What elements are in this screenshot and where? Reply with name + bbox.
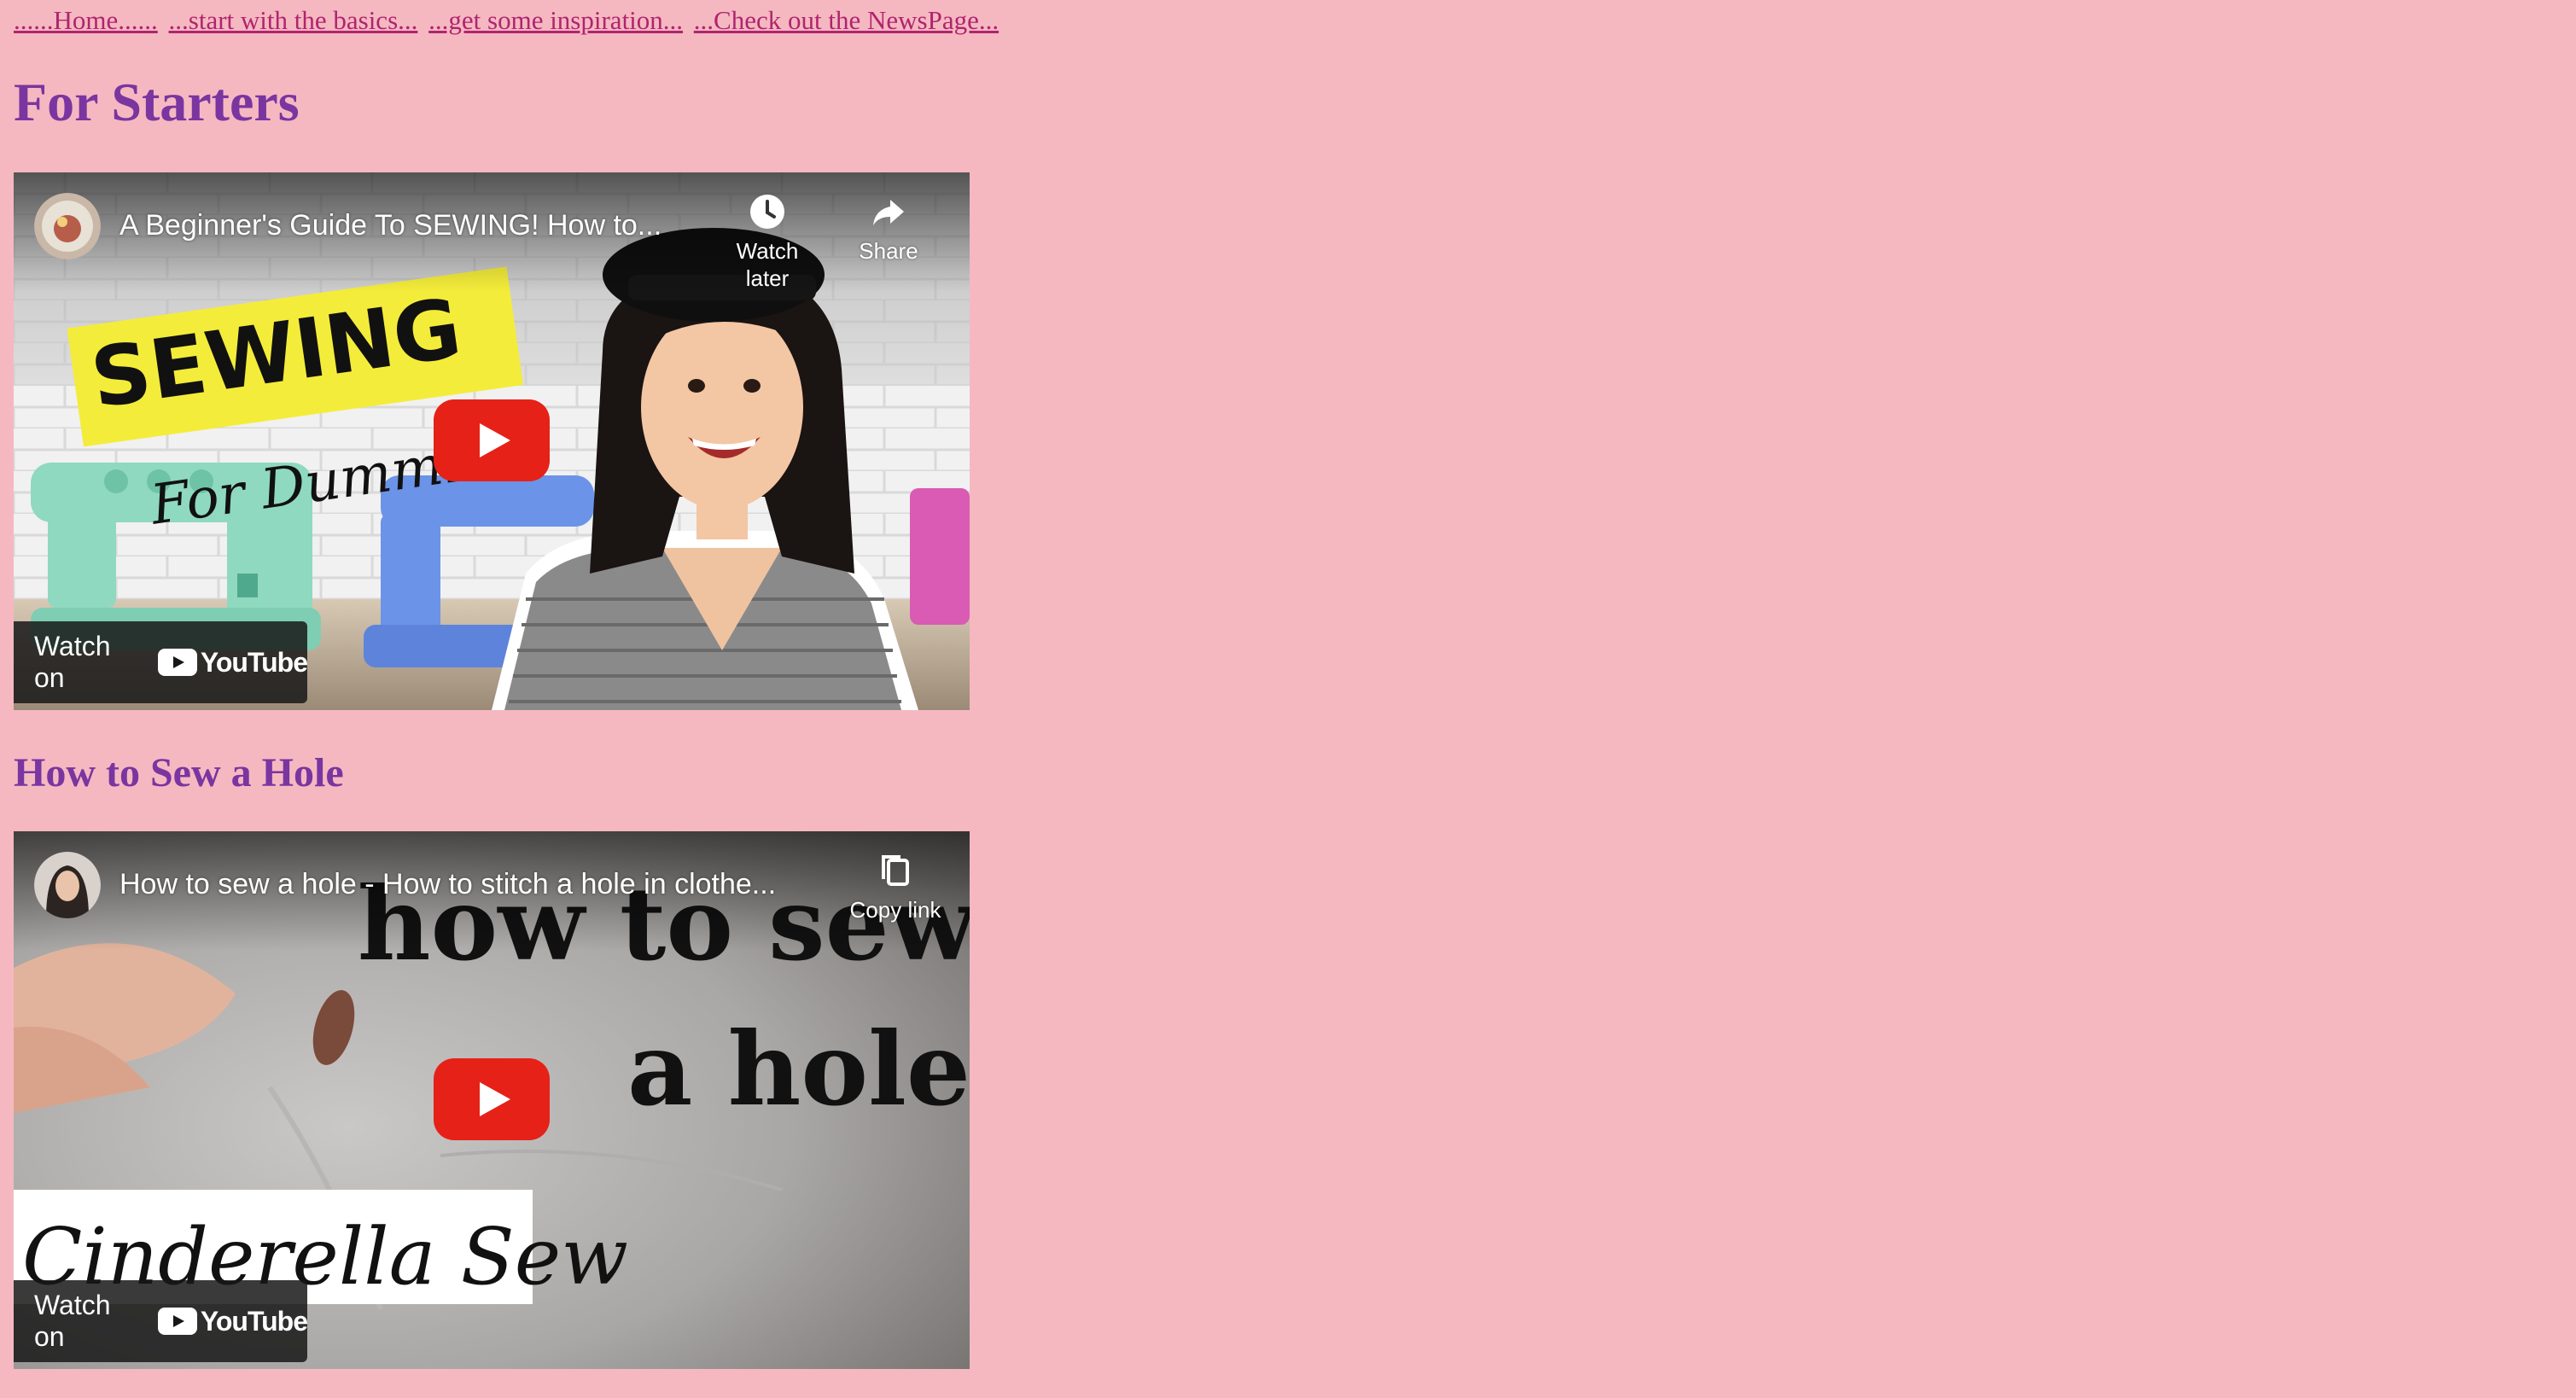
top-nav: ......Home...... ...start with the basic… [14,3,1003,38]
share-button[interactable]: Share [833,191,944,265]
share-icon [873,200,904,225]
video-embed-beginners-guide[interactable]: SEWING For Dummies! A Beginner's Guide T… [14,172,970,710]
nav-link-home[interactable]: ......Home...... [14,5,158,35]
video-title[interactable]: A Beginner's Guide To SEWING! How to... [119,208,661,242]
channel-avatar[interactable] [34,193,101,259]
youtube-logo: YouTube [157,1305,308,1337]
watch-on-youtube-button[interactable]: Watch on YouTube [14,621,308,703]
clock-icon [750,195,784,229]
watch-on-youtube-button[interactable]: Watch on YouTube [14,1280,308,1362]
watch-later-button[interactable]: Watch later [712,191,823,292]
video-title[interactable]: How to sew a hole - How to stitch a hole… [119,867,776,901]
watch-on-label: Watch on [34,1290,111,1352]
copy-link-icon [882,855,909,886]
youtube-logo: YouTube [157,646,308,679]
nav-link-inspiration[interactable]: ...get some inspiration... [428,5,683,35]
share-label: Share [859,238,918,264]
play-icon[interactable] [434,1058,550,1140]
video-embed-sew-a-hole[interactable]: how to sew a hole Cinderella Sew How to … [14,831,970,1369]
nav-link-newspage[interactable]: ...Check out the NewsPage... [694,5,999,35]
section-heading-sew-a-hole: How to Sew a Hole [14,750,344,795]
play-icon[interactable] [434,399,550,481]
copy-link-label: Copy link [849,897,941,923]
thumb-text-a-hole: a hole [627,1010,970,1128]
youtube-wordmark: YouTube [200,646,308,678]
nav-link-basics[interactable]: ...start with the basics... [169,5,418,35]
watch-later-label: Watch later [736,238,799,291]
youtube-logo-icon [157,649,197,676]
youtube-logo-icon [157,1308,197,1335]
channel-avatar[interactable] [34,852,101,918]
watch-on-label: Watch on [34,631,111,693]
section-heading-starters: For Starters [14,72,300,132]
youtube-wordmark: YouTube [200,1305,308,1337]
copy-link-button[interactable]: Copy link [840,850,951,923]
